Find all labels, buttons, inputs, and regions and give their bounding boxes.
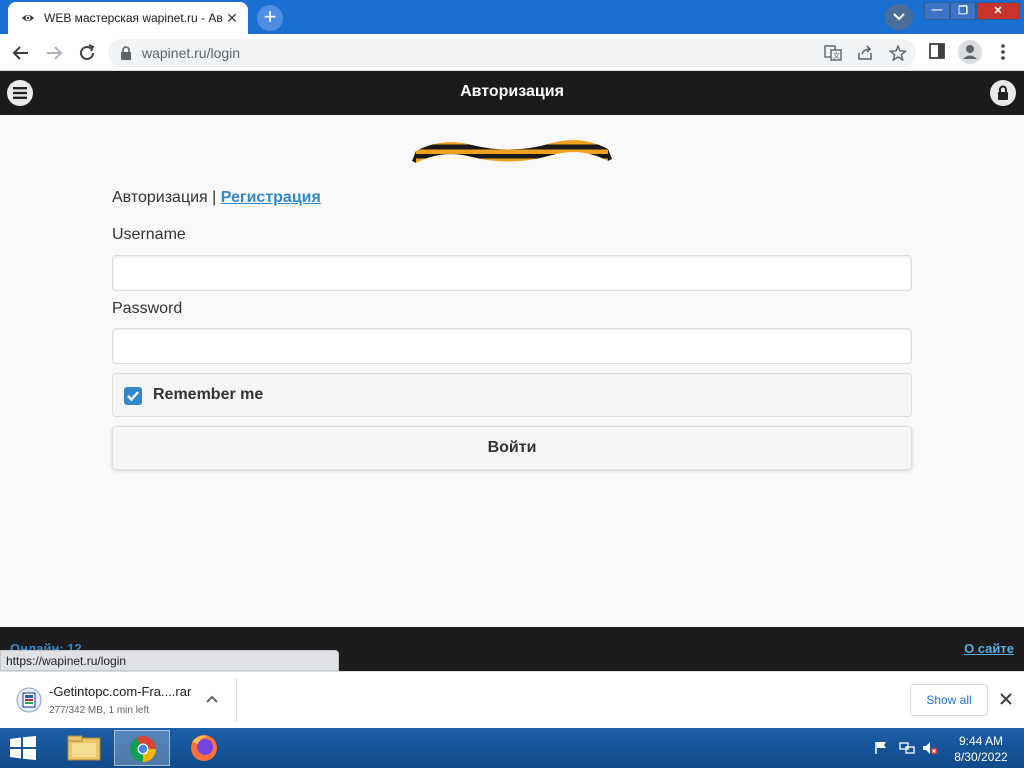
windows-taskbar: 9:44 AM 8/30/2022 xyxy=(0,728,1024,768)
chevron-down-icon xyxy=(893,13,905,21)
browser-tab[interactable]: WEB мастерская wapinet.ru - Ав ✕ xyxy=(8,2,248,34)
lock-icon[interactable] xyxy=(120,46,132,60)
windows-start-icon[interactable] xyxy=(8,736,38,760)
register-link[interactable]: Регистрация xyxy=(221,189,321,206)
reload-icon[interactable] xyxy=(76,42,98,64)
browser-toolbar: wapinet.ru/login 文 xyxy=(0,34,1024,71)
translate-icon[interactable]: 文 xyxy=(824,45,842,61)
web-page: Авторизация Авторизация | Регистрация Us… xyxy=(0,71,1024,627)
password-input[interactable] xyxy=(112,328,912,364)
chevron-up-icon[interactable] xyxy=(205,694,219,704)
firefox-icon xyxy=(191,735,217,761)
network-icon[interactable] xyxy=(899,741,915,755)
remember-me-checkbox[interactable]: Remember me xyxy=(112,373,912,417)
taskbar-file-explorer[interactable] xyxy=(56,730,112,766)
profile-icon xyxy=(963,45,977,59)
svg-text:文: 文 xyxy=(833,51,840,60)
bookmark-star-icon[interactable] xyxy=(889,45,907,61)
page-title: Авторизация xyxy=(460,83,564,100)
checkmark-icon xyxy=(127,391,139,402)
address-bar[interactable]: wapinet.ru/login 文 xyxy=(108,39,916,67)
tab-search-button[interactable] xyxy=(885,4,913,30)
share-icon[interactable] xyxy=(857,45,875,61)
site-favicon-icon xyxy=(22,15,34,21)
page-header: Авторизация xyxy=(0,71,1024,115)
remember-me-label: Remember me xyxy=(153,386,264,403)
profile-avatar[interactable] xyxy=(958,40,982,64)
folder-icon xyxy=(67,735,101,761)
forward-arrow-icon[interactable] xyxy=(43,42,65,64)
tab-strip: WEB мастерская wapinet.ru - Ав ✕ + — ❐ ✕ xyxy=(0,0,1024,34)
about-link[interactable]: О сайте xyxy=(964,641,1014,656)
divider xyxy=(236,678,237,722)
password-label: Password xyxy=(112,300,183,317)
taskbar-firefox[interactable] xyxy=(176,730,232,766)
volume-muted-icon[interactable] xyxy=(922,741,938,755)
chrome-icon xyxy=(129,736,156,763)
back-arrow-icon[interactable] xyxy=(10,42,32,64)
auth-navigation: Авторизация | Регистрация xyxy=(112,189,321,207)
lock-icon xyxy=(998,85,1008,100)
window-restore-button[interactable]: ❐ xyxy=(950,2,976,20)
download-shelf: -Getintopc.com-Fra....rar 277/342 MB, 1 … xyxy=(0,671,1024,728)
window-minimize-button[interactable]: — xyxy=(924,2,950,20)
clock-time: 9:44 AM xyxy=(958,734,1004,748)
login-lock-button[interactable] xyxy=(990,80,1016,106)
action-center-flag-icon[interactable] xyxy=(874,741,888,755)
download-progress-text: 277/342 MB, 1 min left xyxy=(49,705,150,716)
window-close-button[interactable]: ✕ xyxy=(976,2,1020,20)
side-panel-icon[interactable] xyxy=(928,42,946,60)
show-all-downloads-button[interactable]: Show all xyxy=(910,684,988,716)
auth-separator: | xyxy=(207,189,221,206)
tab-title: WEB мастерская wapinet.ru - Ав xyxy=(44,11,223,25)
close-icon[interactable] xyxy=(998,691,1014,707)
taskbar-chrome[interactable] xyxy=(114,730,170,766)
rar-archive-icon xyxy=(16,687,42,713)
download-file-name: -Getintopc.com-Fra....rar xyxy=(49,684,192,699)
login-submit-button[interactable]: Войти xyxy=(112,426,912,470)
tab-close-icon[interactable]: ✕ xyxy=(224,10,240,26)
checkbox-checked[interactable] xyxy=(124,387,142,405)
username-input[interactable] xyxy=(112,255,912,291)
url-text: wapinet.ru/login xyxy=(142,45,241,61)
clock-date: 8/30/2022 xyxy=(954,750,1008,764)
link-status-bubble: https://wapinet.ru/login xyxy=(0,650,339,671)
auth-label: Авторизация xyxy=(112,189,208,206)
system-clock[interactable]: 9:44 AM 8/30/2022 xyxy=(946,733,1016,765)
new-tab-button[interactable]: + xyxy=(257,5,283,31)
username-label: Username xyxy=(112,226,186,243)
st-george-ribbon-image xyxy=(412,140,612,163)
more-vert-icon[interactable] xyxy=(1000,42,1006,62)
